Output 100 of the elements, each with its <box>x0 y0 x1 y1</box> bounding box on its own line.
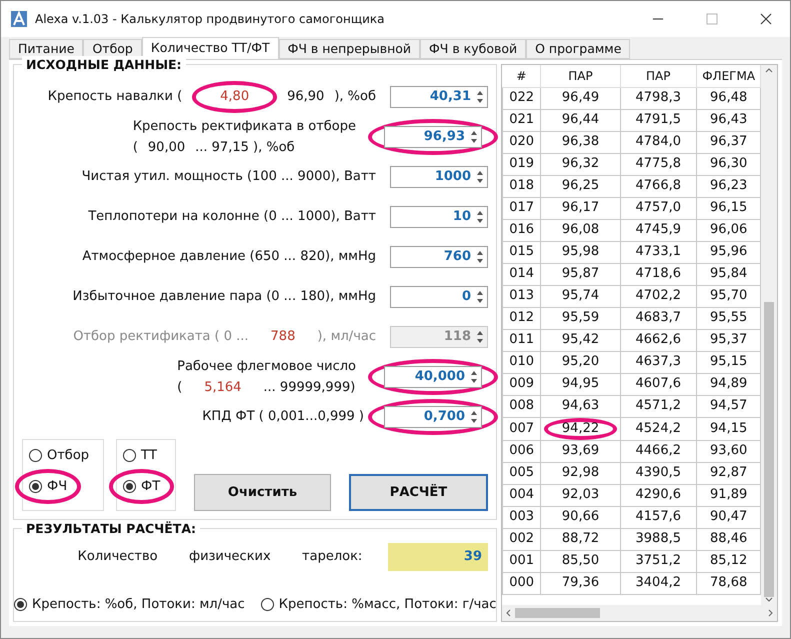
scroll-thumb[interactable] <box>764 302 774 596</box>
table-cell: 004 <box>509 487 534 502</box>
table-cell: 93,69 <box>562 443 600 458</box>
radio-circle[interactable] <box>14 598 27 612</box>
tab[interactable]: О программе <box>526 39 630 59</box>
table-cell: 4466,2 <box>636 443 681 458</box>
table-cell: 021 <box>509 112 534 128</box>
number-spinner[interactable]: 0,700 <box>384 406 482 428</box>
table-cell: 4607,6 <box>636 376 681 392</box>
radio-option[interactable]: Отбор <box>29 446 103 466</box>
table-cell: 013 <box>509 288 534 304</box>
table-cell: 94,57 <box>710 398 748 414</box>
action-button[interactable]: РАСЧЁТ <box>349 474 488 511</box>
table-cell: 90,47 <box>710 509 748 524</box>
table-cell: 96,37 <box>710 134 748 150</box>
table-cell: 4766,8 <box>636 178 681 194</box>
range-text: ), мл/час <box>317 328 376 346</box>
horizontal-scrollbar[interactable] <box>502 604 777 620</box>
number-spinner[interactable]: 1000 <box>390 166 488 188</box>
table-cell: 4683,7 <box>636 310 681 326</box>
table-cell: 017 <box>509 200 534 216</box>
table-cell: 93,60 <box>710 443 748 458</box>
table-cell: 88,72 <box>562 531 600 546</box>
table-cell: 94,89 <box>710 376 748 392</box>
radio-option[interactable]: Крепость: %масс, Потоки: г/час <box>260 595 496 614</box>
table-cell: 95,70 <box>710 288 748 304</box>
table-cell: 85,50 <box>562 553 600 568</box>
table-cell: 010 <box>509 354 534 370</box>
field-label: Крепость ректификата в отборе <box>132 118 356 136</box>
result-label: тарелок: <box>302 548 362 566</box>
result-label: Количество <box>78 548 158 566</box>
table-cell: 4757,0 <box>636 200 681 216</box>
range-text: Теплопотери на колонне (0 ... 1000), Ватт <box>88 208 376 226</box>
table-cell: 94,95 <box>562 376 600 392</box>
table-cell: 3988,5 <box>636 531 681 546</box>
number-spinner[interactable]: 40,000 <box>384 366 482 388</box>
table-cell: 96,49 <box>562 90 600 106</box>
scroll-left-icon[interactable] <box>505 608 511 616</box>
vertical-scrollbar[interactable] <box>761 65 777 604</box>
close-icon[interactable] <box>760 13 772 25</box>
table-cell: 96,25 <box>562 178 600 194</box>
radio-circle[interactable] <box>29 480 42 493</box>
table-cell: 92,98 <box>562 465 600 480</box>
radio-option[interactable]: ФЧ <box>29 476 68 496</box>
range-text: КПД ФТ ( 0,001...0,999 ) <box>202 408 364 426</box>
scroll-up-icon[interactable] <box>765 67 774 73</box>
radio-option[interactable]: ТТ <box>123 446 175 466</box>
table-cell: 4637,3 <box>636 354 681 370</box>
scroll-right-icon[interactable] <box>768 608 774 616</box>
table-cell: 006 <box>509 443 534 458</box>
scroll-thumb[interactable] <box>515 608 600 618</box>
radio-option[interactable]: Крепость: %об, Потоки: мл/час <box>14 595 245 614</box>
table-cell: 92,87 <box>710 465 748 480</box>
range-text: ( <box>177 379 182 397</box>
table-cell: 95,55 <box>710 310 748 326</box>
column-header[interactable]: # <box>502 65 541 87</box>
table-cell: 4791,5 <box>636 112 681 128</box>
window-title: Alexa v.1.03 - Калькулятор продвинутого самогонщика <box>35 11 386 28</box>
table-cell: 007 <box>509 420 534 436</box>
table-cell: 4290,6 <box>636 487 681 502</box>
table-cell: 000 <box>509 575 534 590</box>
table-cell: 4718,6 <box>636 266 681 282</box>
table-cell: 96,43 <box>710 112 748 128</box>
table-cell: 95,84 <box>710 266 748 282</box>
number-spinner[interactable]: 0 <box>390 286 488 308</box>
table-cell: 008 <box>509 398 534 414</box>
table-cell: 95,20 <box>562 354 600 370</box>
column-header[interactable]: ПАР <box>620 65 696 87</box>
table-cell: 96,38 <box>562 134 600 150</box>
table-cell: 4775,8 <box>636 156 681 172</box>
table-cell: 96,15 <box>710 200 748 216</box>
table-cell: 003 <box>509 509 534 524</box>
column-header[interactable]: ПАР <box>540 65 620 87</box>
number-spinner[interactable]: 760 <box>390 246 488 268</box>
table-cell: 95,59 <box>562 310 600 326</box>
tab[interactable]: ФЧ в кубовой <box>420 39 526 59</box>
radio-circle[interactable] <box>123 480 136 493</box>
table-cell: 95,74 <box>562 288 600 304</box>
range-text: 96,90 <box>287 88 324 106</box>
table-cell: 012 <box>509 310 534 326</box>
range-text: 4,80 <box>219 89 250 104</box>
number-spinner[interactable]: 10 <box>390 206 488 228</box>
range-text: 788 <box>270 328 296 346</box>
table-cell: 94,15 <box>710 420 748 436</box>
number-spinner[interactable]: 40,31 <box>390 86 488 108</box>
table-cell: 014 <box>509 266 534 282</box>
tab[interactable]: ФЧ в непрерывной <box>278 39 420 59</box>
range-text: Отбор ректификата ( 0 ... <box>73 328 249 346</box>
table-cell: 4157,6 <box>636 509 681 524</box>
table-cell: 96,17 <box>562 200 600 216</box>
action-button[interactable]: Очистить <box>194 474 331 511</box>
range-text: ... 99999,999) <box>263 379 356 397</box>
range-text: ... 97,15 ), %об <box>195 139 295 157</box>
table-cell: 94,22 <box>562 420 600 436</box>
range-text: ), %об <box>334 88 376 106</box>
radio-option[interactable]: ФТ <box>123 476 160 496</box>
number-spinner[interactable]: 96,93 <box>384 126 482 148</box>
table-cell: 015 <box>509 244 534 260</box>
tab[interactable]: Количество ТТ/ФТ <box>142 37 279 59</box>
scroll-down-icon[interactable] <box>765 596 774 602</box>
